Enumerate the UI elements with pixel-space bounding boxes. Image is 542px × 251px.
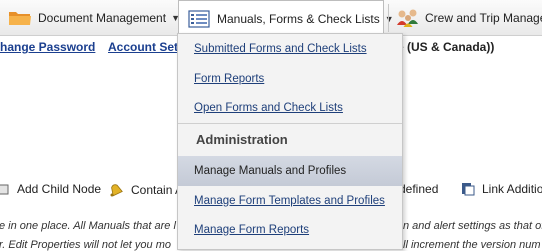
top-nav-bar: Document Management ▼ Manuals, Forms & C…	[0, 0, 542, 37]
bell-icon	[108, 182, 124, 198]
nav-crew-label: Crew and Trip Managen	[425, 11, 542, 25]
help-text-line-2-left: r. Edit Properties will not let you mo	[0, 239, 171, 251]
nav-separator	[388, 4, 389, 32]
add-child-node-button[interactable]: Add Child Node	[0, 182, 101, 196]
checklist-icon	[188, 10, 210, 28]
menu-item-manage-form-templates[interactable]: Manage Form Templates and Profiles	[178, 186, 402, 215]
timezone-text: e (US & Canada))	[397, 40, 495, 54]
menu-item-manage-form-reports[interactable]: Manage Form Reports	[178, 215, 402, 244]
add-child-node-label: Add Child Node	[17, 182, 102, 196]
contain-button[interactable]: Contain A	[108, 182, 183, 198]
change-password-link[interactable]: hange Password	[0, 40, 95, 54]
menu-item-submitted-forms[interactable]: Submitted Forms and Check Lists	[178, 34, 402, 63]
menu-item-form-reports[interactable]: Form Reports	[178, 64, 402, 93]
help-text-line-1-left: e in one place. All Manuals that are l	[0, 220, 176, 232]
crew-people-icon	[396, 8, 420, 28]
manuals-forms-dropdown-menu: Submitted Forms and Check Lists Form Rep…	[177, 33, 403, 250]
link-additional-button[interactable]: Link Additio	[461, 182, 542, 196]
link-additional-label: Link Additio	[482, 182, 542, 196]
menu-heading-administration: Administration	[196, 131, 288, 147]
nav-crew-trip-management[interactable]: Crew and Trip Managen	[396, 0, 542, 36]
help-text-line-1-right: n and alert settings as that of	[403, 220, 542, 232]
nav-document-management-label: Document Management	[38, 11, 167, 25]
menu-item-open-forms[interactable]: Open Forms and Check Lists	[178, 93, 402, 122]
defined-label: defined	[399, 182, 439, 196]
help-text-line-2-right: ll increment the version num	[403, 239, 541, 251]
chevron-down-icon: ▼	[384, 14, 394, 24]
folder-icon	[8, 9, 32, 27]
defined-text: defined	[399, 182, 438, 196]
link-document-icon	[461, 182, 475, 196]
menu-item-manage-manuals[interactable]: Manage Manuals and Profiles	[178, 156, 402, 186]
contain-label: Contain A	[131, 183, 184, 197]
account-settings-link[interactable]: Account Setti	[108, 40, 185, 54]
add-node-icon	[0, 182, 10, 196]
nav-document-management[interactable]: Document Management ▼	[8, 0, 180, 36]
nav-manuals-forms-checklists[interactable]: Manuals, Forms & Check Lists ▼	[178, 0, 394, 37]
nav-manuals-label: Manuals, Forms & Check Lists	[217, 12, 380, 26]
